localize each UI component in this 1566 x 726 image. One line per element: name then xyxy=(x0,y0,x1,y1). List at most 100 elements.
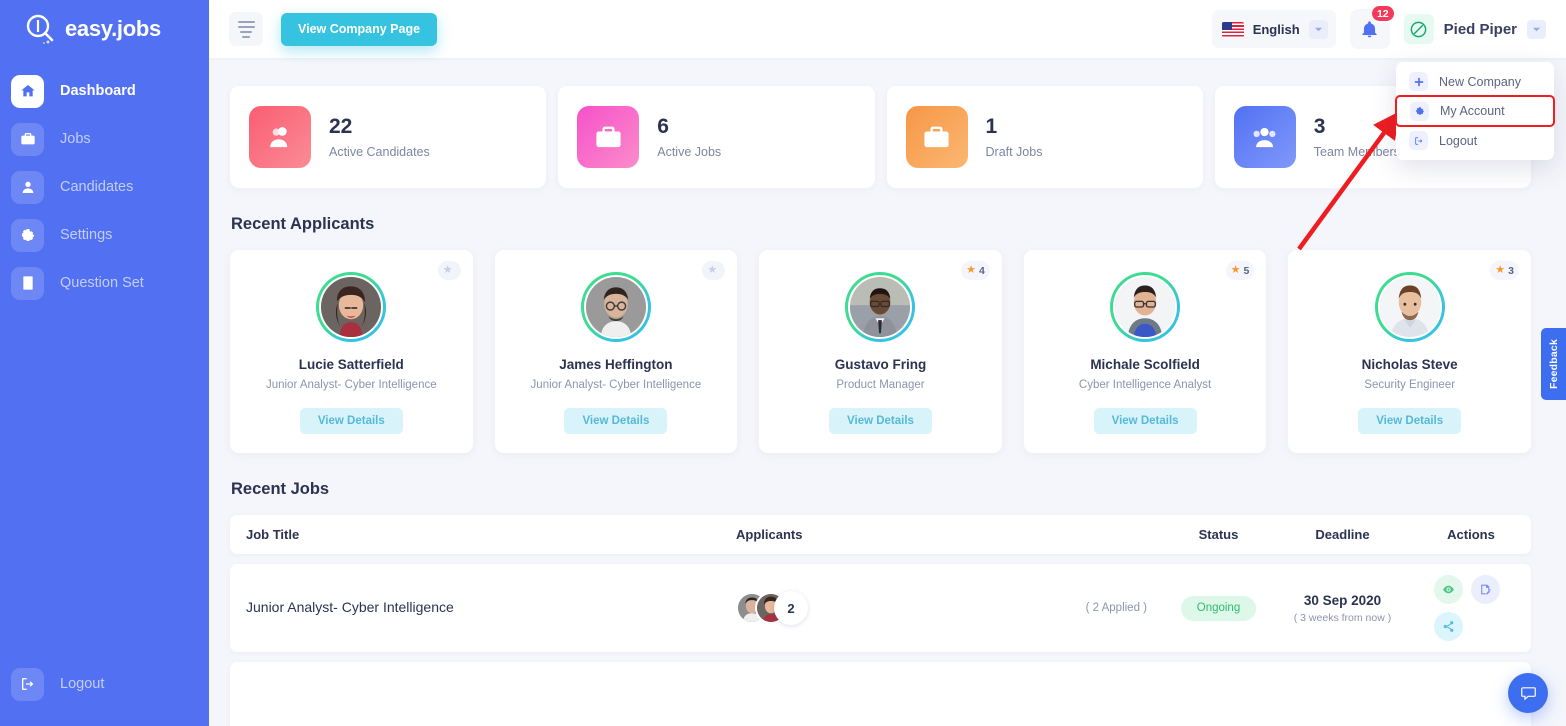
sidebar-label-question-set: Question Set xyxy=(60,275,144,291)
applicant-card[interactable]: ★ 4 Gustavo Fring Product Manager View D… xyxy=(759,250,1002,453)
dropdown-label-logout: Logout xyxy=(1439,133,1478,148)
applicant-name: James Heffington xyxy=(559,357,673,372)
chevron-down-icon xyxy=(1527,19,1546,39)
recent-applicants-row: ★ Lucie Satterfield Junior Analyst- Cybe… xyxy=(230,250,1531,453)
rating-badge[interactable]: ★ 4 xyxy=(961,261,990,280)
table-row[interactable]: Junior Analyst- Cyber Intelligence 2 (2… xyxy=(230,564,1531,652)
sidebar-item-candidates[interactable]: Candidates xyxy=(0,163,209,211)
topbar: View Company Page English 12 Pied Piper xyxy=(209,0,1566,58)
view-details-button[interactable]: View Details xyxy=(829,408,932,434)
rating-badge[interactable]: ★ xyxy=(702,261,726,280)
avatar xyxy=(845,272,916,342)
brand-logo[interactable]: easy.jobs xyxy=(0,0,209,58)
avatar xyxy=(1110,272,1181,342)
sidebar-label-dashboard: Dashboard xyxy=(60,83,136,99)
clipboard-icon xyxy=(11,266,44,300)
sidebar-item-jobs[interactable]: Jobs xyxy=(0,115,209,163)
content-scroll-area[interactable]: 22 Active Candidates 6 Active Jobs 1 Dra… xyxy=(209,58,1566,726)
pied-piper-icon xyxy=(1403,14,1434,44)
dropdown-item-my-account[interactable]: My Account xyxy=(1395,95,1555,127)
cell-deadline: 30 Sep 2020 ( 3 weeks from now ) xyxy=(1274,593,1411,624)
user-account-menu-trigger[interactable]: Pied Piper xyxy=(1403,14,1550,44)
dropdown-item-new-company[interactable]: New Company xyxy=(1396,68,1554,95)
column-header-applicants: Applicants xyxy=(736,527,803,542)
share-icon[interactable] xyxy=(1434,612,1463,641)
hamburger-icon[interactable] xyxy=(229,12,263,46)
stat-value: 6 xyxy=(657,114,669,138)
sidebar-item-dashboard[interactable]: Dashboard xyxy=(0,67,209,115)
magnifier-q-logo-icon xyxy=(24,13,56,45)
star-icon: ★ xyxy=(707,264,718,276)
stat-label: Active Candidates xyxy=(329,145,430,160)
sidebar-label-jobs: Jobs xyxy=(60,131,91,147)
applicant-card[interactable]: ★ xyxy=(494,250,738,453)
briefcase-icon xyxy=(577,106,640,168)
sidebar-label-candidates: Candidates xyxy=(60,179,134,195)
stat-card-active-jobs[interactable]: 6 Active Jobs xyxy=(558,86,875,188)
view-company-page-button[interactable]: View Company Page xyxy=(281,12,438,46)
applicant-avatar-stack[interactable]: 2 xyxy=(736,591,808,625)
dropdown-label-new-company: New Company xyxy=(1439,74,1521,89)
notifications-button[interactable]: 12 xyxy=(1349,4,1396,49)
rating-badge[interactable]: ★ 3 xyxy=(1490,261,1519,280)
applicant-name: Michale Scolfield xyxy=(1090,357,1200,372)
sidebar-item-settings[interactable]: Settings xyxy=(0,211,209,259)
column-header-status: Status xyxy=(1198,527,1239,542)
cell-status: Ongoing xyxy=(1163,595,1274,621)
user-name-label: Pied Piper xyxy=(1443,20,1517,38)
stat-label: Draft Jobs xyxy=(985,145,1043,160)
view-details-button[interactable]: View Details xyxy=(1358,408,1462,434)
view-details-button[interactable]: View Details xyxy=(1093,408,1197,434)
rating-badge[interactable]: ★ xyxy=(437,261,461,280)
star-icon: ★ xyxy=(1495,264,1506,276)
view-details-button[interactable]: View Details xyxy=(564,408,668,434)
stat-value: 1 xyxy=(985,114,998,138)
eye-icon[interactable] xyxy=(1434,575,1463,604)
view-details-button[interactable]: View Details xyxy=(299,408,403,434)
sidebar-item-question-set[interactable]: Question Set xyxy=(0,259,209,307)
logout-icon xyxy=(11,667,44,701)
stats-row: 22 Active Candidates 6 Active Jobs 1 Dra… xyxy=(230,86,1531,188)
stat-card-draft-jobs[interactable]: 1 Draft Jobs xyxy=(886,86,1203,188)
chat-bubble-icon[interactable] xyxy=(1508,673,1548,713)
recent-jobs-title: Recent Jobs xyxy=(231,480,330,498)
jobs-table-header: Job Title Applicants Status Deadline Act… xyxy=(230,515,1531,554)
avatar xyxy=(1374,272,1445,342)
applicant-role: Cyber Intelligence Analyst xyxy=(1078,379,1212,391)
job-title-text: Junior Analyst- Cyber Intelligence xyxy=(246,599,454,615)
applicant-count: 2 xyxy=(774,591,808,625)
team-icon xyxy=(1233,106,1296,168)
stat-value: 22 xyxy=(329,114,353,138)
sidebar-label-settings: Settings xyxy=(60,227,113,243)
rating-badge[interactable]: ★ 5 xyxy=(1225,261,1255,280)
edit-icon[interactable] xyxy=(1471,575,1500,604)
plus-icon xyxy=(1409,72,1428,91)
table-row[interactable] xyxy=(230,662,1531,726)
avatar xyxy=(316,272,387,342)
brand-name: easy.jobs xyxy=(65,16,161,41)
rating-count: 3 xyxy=(1508,264,1514,277)
applicant-card[interactable]: ★ xyxy=(230,250,473,453)
feedback-tab-button[interactable]: Feedback xyxy=(1541,328,1566,400)
deadline-relative: ( 3 weeks from now ) xyxy=(1293,611,1392,624)
cell-job-title: Junior Analyst- Cyber Intelligence xyxy=(230,599,722,617)
briefcase-icon xyxy=(905,106,968,168)
avatar xyxy=(580,272,651,342)
sidebar-item-logout[interactable]: Logout xyxy=(0,660,209,708)
avatar-photo xyxy=(319,275,384,339)
applicant-card[interactable]: ★ 5 Michale Scolfield Cyber Intelligence… xyxy=(1023,250,1267,453)
applicant-role: Junior Analyst- Cyber Intelligence xyxy=(530,379,702,391)
recent-applicants-title: Recent Applicants xyxy=(231,215,375,233)
topbar-right-group: English 12 Pied Piper xyxy=(1211,4,1550,49)
sidebar: easy.jobs Dashboard Jobs Candidates Sett… xyxy=(0,0,209,726)
language-selector[interactable]: English xyxy=(1211,10,1336,48)
stat-card-active-candidates[interactable]: 22 Active Candidates xyxy=(230,86,547,188)
chevron-down-icon xyxy=(1308,19,1328,39)
column-header-deadline: Deadline xyxy=(1315,527,1370,542)
dropdown-item-logout[interactable]: Logout xyxy=(1396,127,1554,154)
applied-note: ( 2 Applied ) xyxy=(1085,602,1147,614)
candidates-icon xyxy=(249,106,311,168)
column-header-job-title: Job Title xyxy=(246,527,300,542)
home-icon xyxy=(11,74,44,108)
applicant-card[interactable]: ★ 3 Nicholas Steve Security Engineer Vie… xyxy=(1288,250,1531,453)
